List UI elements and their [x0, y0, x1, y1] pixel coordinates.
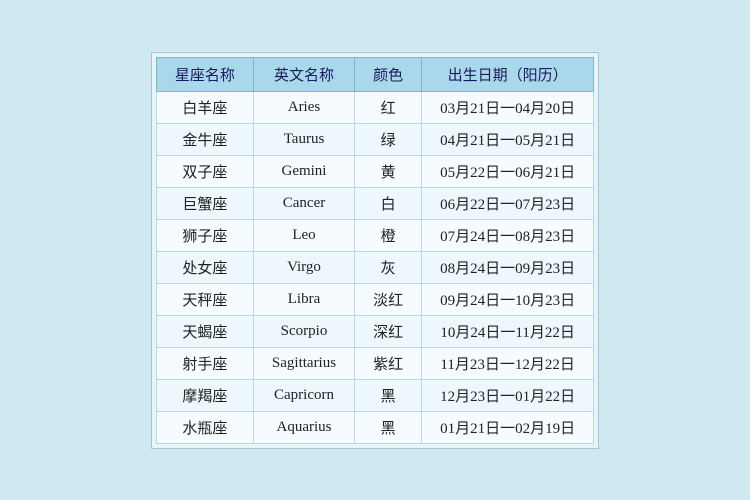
- cell-r0-c1: Aries: [253, 91, 354, 123]
- cell-r10-c3: 01月21日一02月19日: [422, 411, 594, 443]
- cell-r1-c1: Taurus: [253, 123, 354, 155]
- cell-r9-c1: Capricorn: [253, 379, 354, 411]
- cell-r8-c1: Sagittarius: [253, 347, 354, 379]
- cell-r4-c0: 狮子座: [156, 219, 253, 251]
- cell-r0-c0: 白羊座: [156, 91, 253, 123]
- zodiac-table: 星座名称英文名称颜色出生日期（阳历） 白羊座Aries红03月21日一04月20…: [156, 57, 594, 444]
- table-row: 水瓶座Aquarius黑01月21日一02月19日: [156, 411, 593, 443]
- table-row: 射手座Sagittarius紫红11月23日一12月22日: [156, 347, 593, 379]
- table-row: 白羊座Aries红03月21日一04月20日: [156, 91, 593, 123]
- cell-r5-c0: 处女座: [156, 251, 253, 283]
- cell-r7-c1: Scorpio: [253, 315, 354, 347]
- cell-r8-c3: 11月23日一12月22日: [422, 347, 594, 379]
- cell-r2-c2: 黄: [355, 155, 422, 187]
- cell-r5-c3: 08月24日一09月23日: [422, 251, 594, 283]
- cell-r0-c3: 03月21日一04月20日: [422, 91, 594, 123]
- cell-r9-c2: 黑: [355, 379, 422, 411]
- cell-r8-c2: 紫红: [355, 347, 422, 379]
- cell-r3-c1: Cancer: [253, 187, 354, 219]
- cell-r6-c2: 淡红: [355, 283, 422, 315]
- cell-r3-c2: 白: [355, 187, 422, 219]
- cell-r0-c2: 红: [355, 91, 422, 123]
- table-row: 双子座Gemini黄05月22日一06月21日: [156, 155, 593, 187]
- cell-r6-c0: 天秤座: [156, 283, 253, 315]
- cell-r1-c3: 04月21日一05月21日: [422, 123, 594, 155]
- cell-r1-c2: 绿: [355, 123, 422, 155]
- cell-r4-c1: Leo: [253, 219, 354, 251]
- cell-r10-c0: 水瓶座: [156, 411, 253, 443]
- cell-r2-c0: 双子座: [156, 155, 253, 187]
- table-row: 金牛座Taurus绿04月21日一05月21日: [156, 123, 593, 155]
- cell-r5-c1: Virgo: [253, 251, 354, 283]
- table-row: 天蝎座Scorpio深红10月24日一11月22日: [156, 315, 593, 347]
- cell-r2-c1: Gemini: [253, 155, 354, 187]
- cell-r3-c3: 06月22日一07月23日: [422, 187, 594, 219]
- cell-r7-c2: 深红: [355, 315, 422, 347]
- table-row: 狮子座Leo橙07月24日一08月23日: [156, 219, 593, 251]
- cell-r10-c2: 黑: [355, 411, 422, 443]
- cell-r5-c2: 灰: [355, 251, 422, 283]
- header-col-3: 出生日期（阳历）: [422, 57, 594, 91]
- cell-r6-c3: 09月24日一10月23日: [422, 283, 594, 315]
- cell-r10-c1: Aquarius: [253, 411, 354, 443]
- cell-r6-c1: Libra: [253, 283, 354, 315]
- cell-r9-c0: 摩羯座: [156, 379, 253, 411]
- zodiac-table-container: 星座名称英文名称颜色出生日期（阳历） 白羊座Aries红03月21日一04月20…: [151, 52, 599, 449]
- table-row: 天秤座Libra淡红09月24日一10月23日: [156, 283, 593, 315]
- cell-r8-c0: 射手座: [156, 347, 253, 379]
- cell-r9-c3: 12月23日一01月22日: [422, 379, 594, 411]
- header-col-2: 颜色: [355, 57, 422, 91]
- cell-r7-c3: 10月24日一11月22日: [422, 315, 594, 347]
- table-row: 巨蟹座Cancer白06月22日一07月23日: [156, 187, 593, 219]
- header-col-0: 星座名称: [156, 57, 253, 91]
- header-col-1: 英文名称: [253, 57, 354, 91]
- cell-r7-c0: 天蝎座: [156, 315, 253, 347]
- cell-r2-c3: 05月22日一06月21日: [422, 155, 594, 187]
- table-header-row: 星座名称英文名称颜色出生日期（阳历）: [156, 57, 593, 91]
- cell-r3-c0: 巨蟹座: [156, 187, 253, 219]
- cell-r4-c3: 07月24日一08月23日: [422, 219, 594, 251]
- cell-r1-c0: 金牛座: [156, 123, 253, 155]
- cell-r4-c2: 橙: [355, 219, 422, 251]
- table-row: 摩羯座Capricorn黑12月23日一01月22日: [156, 379, 593, 411]
- table-row: 处女座Virgo灰08月24日一09月23日: [156, 251, 593, 283]
